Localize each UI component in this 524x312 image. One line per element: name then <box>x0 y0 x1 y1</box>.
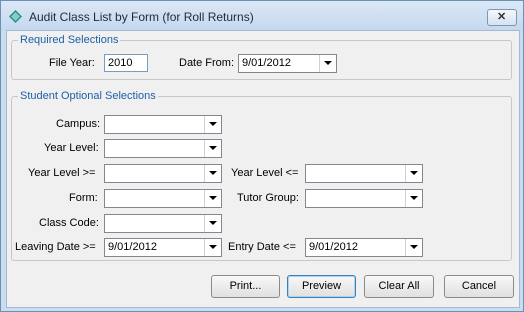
leaving-date-value: 9/01/2012 <box>108 241 157 253</box>
chevron-down-icon[interactable] <box>204 215 221 232</box>
title-bar[interactable]: Audit Class List by Form (for Roll Retur… <box>1 1 523 31</box>
date-from-label: Date From: <box>179 57 235 69</box>
entry-date-label: Entry Date <= <box>228 241 296 253</box>
year-level-lte-dropdown[interactable] <box>305 164 423 183</box>
year-level-gte-label: Year Level >= <box>28 167 96 179</box>
year-level-lte-label: Year Level <= <box>231 167 299 179</box>
chevron-down-icon[interactable] <box>204 239 221 256</box>
preview-button[interactable]: Preview <box>287 275 356 298</box>
file-year-input[interactable]: 2010 <box>104 54 148 72</box>
student-optional-selections-legend: Student Optional Selections <box>20 90 156 102</box>
form-label: Form: <box>69 192 98 204</box>
app-diamond-icon <box>9 10 22 23</box>
cancel-button[interactable]: Cancel <box>444 275 514 298</box>
class-code-label: Class Code: <box>39 217 99 229</box>
leaving-date-dropdown[interactable]: 9/01/2012 <box>104 238 222 257</box>
entry-date-dropdown[interactable]: 9/01/2012 <box>305 238 423 257</box>
clear-all-button[interactable]: Clear All <box>364 275 434 298</box>
chevron-down-icon[interactable] <box>204 140 221 157</box>
window-title: Audit Class List by Form (for Roll Retur… <box>29 10 254 24</box>
close-button[interactable]: ✕ <box>487 9 517 26</box>
campus-dropdown[interactable] <box>104 115 222 134</box>
class-code-dropdown[interactable] <box>104 214 222 233</box>
chevron-down-icon[interactable] <box>319 55 336 72</box>
chevron-down-icon[interactable] <box>405 239 422 256</box>
form-dropdown[interactable] <box>104 189 222 208</box>
dialog-window: Audit Class List by Form (for Roll Retur… <box>0 0 524 312</box>
entry-date-value: 9/01/2012 <box>309 241 358 253</box>
print-button[interactable]: Print... <box>211 275 280 298</box>
year-level-gte-dropdown[interactable] <box>104 164 222 183</box>
tutor-group-dropdown[interactable] <box>305 189 423 208</box>
leaving-date-label: Leaving Date >= <box>15 241 96 253</box>
date-from-value: 9/01/2012 <box>242 57 291 69</box>
file-year-label: File Year: <box>49 57 95 69</box>
year-level-label: Year Level: <box>44 142 99 154</box>
campus-label: Campus: <box>56 118 101 130</box>
chevron-down-icon[interactable] <box>405 165 422 182</box>
required-selections-legend: Required Selections <box>20 34 119 46</box>
date-from-dropdown[interactable]: 9/01/2012 <box>238 54 337 73</box>
year-level-dropdown[interactable] <box>104 139 222 158</box>
dialog-client-area: Required Selections File Year: 2010 Date… <box>6 30 520 308</box>
chevron-down-icon[interactable] <box>204 116 221 133</box>
tutor-group-label: Tutor Group: <box>237 192 299 204</box>
close-icon: ✕ <box>497 11 507 23</box>
chevron-down-icon[interactable] <box>204 165 221 182</box>
chevron-down-icon[interactable] <box>204 190 221 207</box>
chevron-down-icon[interactable] <box>405 190 422 207</box>
